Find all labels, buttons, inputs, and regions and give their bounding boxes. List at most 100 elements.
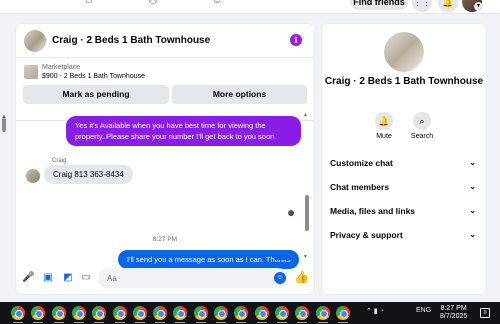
chrome-taskbar-icon[interactable] bbox=[315, 306, 330, 320]
chat-scrollbar-thumb[interactable] bbox=[305, 195, 309, 231]
chevron-down-icon: ⌄ bbox=[469, 230, 476, 239]
running-indicator bbox=[195, 322, 206, 323]
gif-icon[interactable]: ▭ bbox=[80, 271, 92, 285]
mark-as-pending-button[interactable]: Mark as pending bbox=[23, 85, 169, 104]
chrome-taskbar-icon[interactable] bbox=[132, 306, 147, 320]
customize-chat-section[interactable]: Customize chat ⌄ bbox=[330, 158, 478, 172]
page-scrollbar-thumb[interactable] bbox=[2, 118, 6, 132]
search-button[interactable]: ⌕ Search bbox=[402, 112, 442, 140]
conversation-title: Craig · 2 Beds 1 Bath Townhouse bbox=[324, 76, 484, 87]
incoming-message[interactable]: Craig 813 363-8434 bbox=[44, 165, 133, 184]
running-indicator bbox=[33, 322, 44, 323]
mute-label: Mute bbox=[376, 133, 392, 140]
chrome-taskbar-icon[interactable] bbox=[112, 306, 127, 320]
find-friends-button[interactable]: Find friends bbox=[350, 0, 408, 10]
photo-icon[interactable]: ▣ bbox=[42, 271, 54, 285]
running-indicator bbox=[53, 322, 64, 323]
menu-grid-icon[interactable]: ⋮⋮ bbox=[412, 0, 432, 12]
chrome-taskbar-icon[interactable] bbox=[31, 306, 46, 320]
clock[interactable]: 8:27 PM 8/7/2025 bbox=[440, 305, 467, 321]
running-indicator bbox=[236, 322, 247, 323]
running-indicator bbox=[256, 322, 267, 323]
chat-scroll-down-arrow[interactable]: ▼ bbox=[303, 254, 308, 260]
section-label: Media, files and links bbox=[330, 206, 416, 216]
sticker-icon[interactable]: ◩ bbox=[62, 271, 74, 285]
running-indicator bbox=[114, 322, 125, 323]
notifications-icon[interactable]: 🔔 bbox=[438, 0, 458, 12]
chevron-down-icon: ⌄ bbox=[469, 158, 476, 167]
chrome-taskbar-icon[interactable] bbox=[92, 306, 107, 320]
chrome-taskbar-icon[interactable] bbox=[173, 306, 188, 320]
chrome-taskbar-icon[interactable] bbox=[335, 306, 350, 320]
chrome-taskbar-icon[interactable] bbox=[274, 306, 289, 320]
running-indicator bbox=[317, 322, 328, 323]
language-indicator[interactable]: ENG bbox=[416, 307, 431, 314]
outgoing-message[interactable]: Yes it's Available when you have best ti… bbox=[66, 116, 301, 146]
thumbs-up-icon[interactable]: 👍 bbox=[294, 270, 309, 286]
top-navigation-bar: ⌂ ⚇ ☺ Find friends ⋮⋮ 🔔 ▾ bbox=[0, 0, 500, 14]
running-indicator bbox=[276, 322, 287, 323]
chevron-down-icon: ⌄ bbox=[469, 182, 476, 191]
chrome-taskbar-icon[interactable] bbox=[295, 306, 310, 320]
message-composer: 🎤 ▣ ◩ ▭ ☺ 👍 bbox=[16, 268, 314, 290]
tray-icons[interactable]: ⌃ ▮ ◔ bbox=[366, 307, 384, 315]
groups-icon[interactable]: ☺ bbox=[210, 0, 224, 8]
section-label: Chat members bbox=[330, 182, 390, 192]
more-options-button[interactable]: More options bbox=[172, 85, 307, 104]
taskbar: ⌃ ▮ ◔ ENG 8:27 PM 8/7/2025 ≡ bbox=[0, 302, 500, 324]
running-indicator bbox=[155, 322, 166, 323]
running-indicator bbox=[94, 322, 105, 323]
section-label: Privacy & support bbox=[330, 230, 403, 240]
message-input[interactable] bbox=[98, 268, 288, 288]
chat-title[interactable]: Craig · 2 Beds 1 Bath Townhouse bbox=[52, 35, 210, 46]
bell-icon: 🔔 bbox=[375, 112, 393, 130]
running-indicator bbox=[297, 322, 308, 323]
chrome-taskbar-icon[interactable] bbox=[71, 306, 86, 320]
chat-header: Craig · 2 Beds 1 Bath Townhouse i bbox=[16, 24, 314, 58]
running-indicator bbox=[73, 322, 84, 323]
chat-panel: Craig · 2 Beds 1 Bath Townhouse i Market… bbox=[16, 24, 314, 294]
chat-scroll-up-arrow[interactable]: ▲ bbox=[303, 112, 308, 118]
home-icon[interactable]: ⌂ bbox=[82, 0, 96, 8]
sender-name: Craig bbox=[52, 158, 67, 164]
chat-members-section[interactable]: Chat members ⌄ bbox=[330, 182, 478, 196]
message-list: Yes it's Available when you have best ti… bbox=[16, 116, 314, 269]
clock-date: 8/7/2025 bbox=[440, 313, 468, 320]
chevron-down-icon[interactable]: ▾ bbox=[474, 2, 483, 11]
seen-indicator-avatar bbox=[288, 210, 294, 216]
chrome-taskbar-icon[interactable] bbox=[11, 306, 25, 320]
partial-message-bubble bbox=[275, 252, 297, 260]
chat-avatar[interactable] bbox=[24, 30, 46, 52]
search-label: Search bbox=[410, 133, 434, 140]
chevron-down-icon: ⌄ bbox=[469, 206, 476, 215]
mute-button[interactable]: 🔔 Mute bbox=[364, 112, 404, 140]
conversation-info-panel: Craig · 2 Beds 1 Bath Townhouse 🔔 Mute ⌕… bbox=[322, 24, 486, 294]
emoji-icon[interactable]: ☺ bbox=[274, 272, 286, 284]
running-indicator bbox=[216, 322, 226, 323]
conversation-avatar[interactable] bbox=[384, 32, 424, 72]
privacy-support-section[interactable]: Privacy & support ⌄ bbox=[330, 230, 478, 244]
chrome-taskbar-icon[interactable] bbox=[193, 306, 208, 320]
search-icon: ⌕ bbox=[413, 112, 431, 130]
chrome-taskbar-icon[interactable] bbox=[153, 306, 168, 320]
clock-time: 8:27 PM bbox=[440, 305, 467, 312]
running-indicator bbox=[175, 322, 186, 323]
info-icon[interactable]: i bbox=[290, 34, 302, 46]
media-files-links-section[interactable]: Media, files and links ⌄ bbox=[330, 206, 478, 220]
chrome-taskbar-icon[interactable] bbox=[254, 306, 269, 320]
message-timestamp: 8:27 PM bbox=[152, 236, 178, 243]
chrome-taskbar-icon[interactable] bbox=[234, 306, 249, 320]
chrome-taskbar-icon[interactable] bbox=[51, 306, 66, 320]
listing-thumbnail[interactable] bbox=[24, 65, 38, 79]
sender-avatar[interactable] bbox=[26, 169, 40, 183]
listing-title[interactable]: $900 - 2 Beds 1 Bath Townhouse bbox=[42, 73, 145, 80]
microphone-icon[interactable]: 🎤 bbox=[22, 271, 34, 285]
chrome-taskbar-icon[interactable] bbox=[214, 306, 228, 320]
outgoing-message[interactable]: I'll send you a message as soon as I can… bbox=[118, 250, 300, 269]
running-indicator bbox=[337, 322, 348, 323]
marketplace-bar: Marketplace $900 - 2 Beds 1 Bath Townhou… bbox=[16, 59, 314, 121]
running-indicator bbox=[13, 322, 23, 323]
notification-center-icon[interactable]: ≡ bbox=[480, 308, 490, 318]
marketplace-label: Marketplace bbox=[42, 64, 81, 71]
profile-icon[interactable]: ⚇ bbox=[146, 0, 160, 8]
